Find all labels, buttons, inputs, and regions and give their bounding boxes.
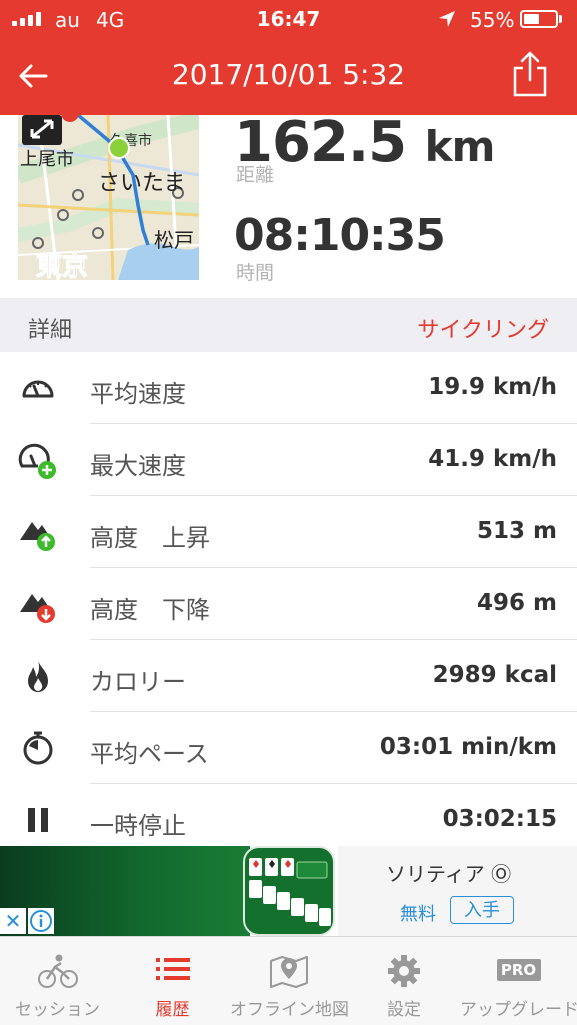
battery-tip bbox=[559, 15, 562, 23]
stat-row-elevation-loss: 高度 下降 496 m bbox=[0, 568, 577, 640]
battery-percent: 55% bbox=[470, 8, 515, 32]
list-icon bbox=[155, 958, 190, 980]
pro-badge-icon: PRO bbox=[496, 959, 541, 981]
ad-app-icon[interactable] bbox=[243, 846, 335, 936]
distance-label: 距離 bbox=[236, 164, 275, 186]
info-icon[interactable] bbox=[28, 908, 54, 934]
map-graphic: 久喜市 上尾市 さいたま 松戸 東京 bbox=[18, 115, 199, 280]
tab-label: 履歴 bbox=[155, 1000, 190, 1020]
pause-icon bbox=[28, 808, 48, 832]
duration-value: 08:10:35 bbox=[234, 210, 446, 261]
tab-label: 設定 bbox=[387, 1000, 421, 1020]
stat-value: 496 m bbox=[477, 590, 557, 616]
stat-value: 03:01 min/km bbox=[379, 734, 557, 760]
stopwatch-icon bbox=[23, 731, 53, 765]
stat-row-avg-speed: 平均速度 19.9 km/h bbox=[0, 352, 577, 424]
speedometer-icon bbox=[22, 380, 54, 398]
ad-banner[interactable]: ✕ ソリティア Ⓞ 無料 入手 bbox=[0, 846, 577, 936]
close-icon[interactable]: ✕ bbox=[0, 908, 26, 934]
status-bar: au 4G 16:47 55% bbox=[0, 0, 577, 38]
ad-app-name: ソリティア Ⓞ bbox=[386, 862, 512, 886]
map-label: 松戸 bbox=[154, 229, 194, 252]
details-section-header: 詳細 サイクリング bbox=[0, 298, 577, 352]
stat-row-calories: カロリー 2989 kcal bbox=[0, 640, 577, 712]
duration-label: 時間 bbox=[236, 262, 275, 284]
stat-label: 高度 下降 bbox=[90, 596, 210, 624]
stat-label: 最大速度 bbox=[90, 452, 186, 480]
cyclist-icon bbox=[37, 954, 78, 988]
tab-settings[interactable]: 設定 bbox=[348, 937, 460, 1025]
tab-session[interactable]: セッション bbox=[0, 937, 115, 1025]
stat-value: 03:02:15 bbox=[442, 806, 557, 832]
tab-label: アップグレード bbox=[460, 1000, 577, 1020]
stat-label: 一時停止 bbox=[90, 812, 186, 840]
ad-get-button[interactable]: 入手 bbox=[450, 896, 514, 924]
stat-value: 2989 kcal bbox=[432, 662, 557, 688]
distance-unit: km bbox=[424, 122, 496, 171]
map-pin-icon bbox=[270, 956, 308, 988]
map-label: 上尾市 bbox=[20, 149, 74, 169]
location-arrow-icon bbox=[439, 11, 455, 27]
share-icon[interactable] bbox=[510, 50, 550, 98]
map-label: さいたま bbox=[98, 170, 185, 195]
tab-upgrade[interactable]: PRO アップグレード bbox=[460, 937, 577, 1025]
map-label: 東京 bbox=[36, 251, 88, 280]
tab-offline-map[interactable]: オフライン地図 bbox=[230, 937, 349, 1025]
battery-icon bbox=[520, 10, 558, 28]
stat-value: 19.9 km/h bbox=[428, 374, 557, 400]
cards-icon bbox=[249, 858, 331, 926]
stat-value: 513 m bbox=[477, 518, 557, 544]
mountain-up-icon bbox=[20, 522, 55, 551]
route-start-marker bbox=[108, 137, 130, 159]
stat-label: 平均ペース bbox=[90, 740, 209, 768]
stat-value: 41.9 km/h bbox=[428, 446, 557, 472]
details-title: 詳細 bbox=[28, 318, 73, 343]
stat-row-max-speed: 最大速度 41.9 km/h bbox=[0, 424, 577, 496]
tab-history[interactable]: 履歴 bbox=[115, 937, 230, 1025]
page-title: 2017/10/01 5:32 bbox=[171, 58, 406, 91]
mountain-down-icon bbox=[20, 594, 55, 623]
stat-label: 高度 上昇 bbox=[90, 524, 210, 552]
tab-label: セッション bbox=[15, 1000, 100, 1020]
ad-price: 無料 bbox=[400, 904, 436, 925]
tab-bar: セッション 履歴 オフライン地図 設定 PRO アップグレード bbox=[0, 936, 577, 1025]
stat-label: 平均速度 bbox=[90, 380, 186, 408]
stat-label: カロリー bbox=[90, 668, 186, 696]
flame-icon bbox=[28, 660, 48, 692]
gear-icon bbox=[388, 955, 420, 987]
stat-row-elevation-gain: 高度 上昇 513 m bbox=[0, 496, 577, 568]
route-map-thumbnail[interactable]: 久喜市 上尾市 さいたま 松戸 東京 bbox=[18, 115, 199, 280]
speedometer-plus-icon bbox=[18, 443, 56, 479]
top-bar: au 4G 16:47 55% 2017/10/01 5:32 bbox=[0, 0, 577, 115]
activity-type-link[interactable]: サイクリング bbox=[417, 312, 549, 344]
stat-row-avg-pace: 平均ペース 03:01 min/km bbox=[0, 712, 577, 784]
tab-label: オフライン地図 bbox=[230, 1000, 349, 1020]
